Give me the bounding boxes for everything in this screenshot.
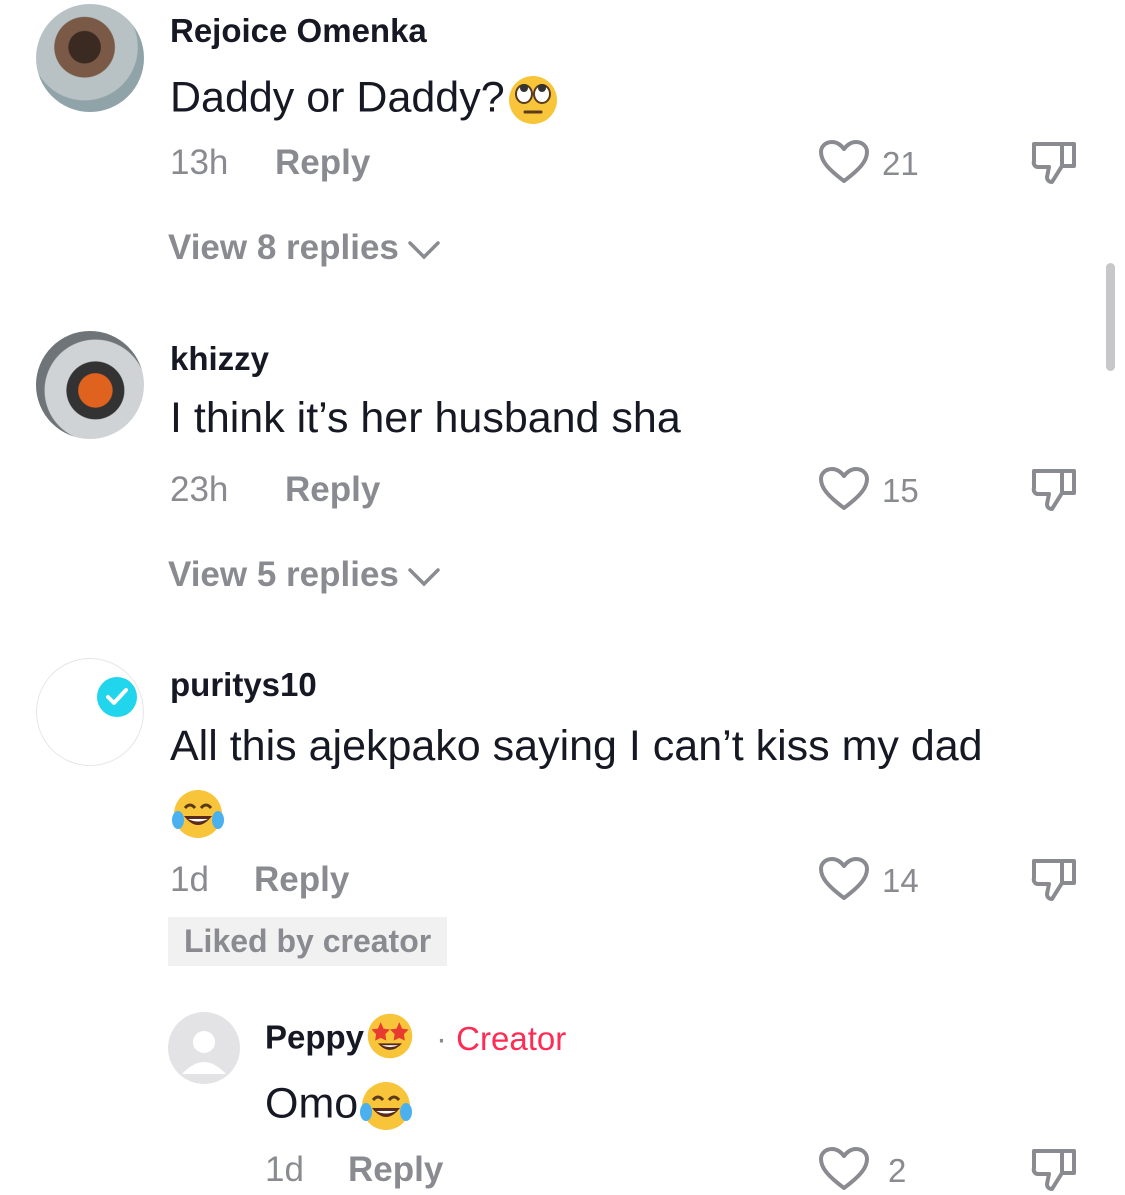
like-count: 21 [882,145,919,182]
comment-item: khizzy I think it’s her husband sha 23h … [0,320,1125,620]
reply-text: Omo [265,1078,414,1134]
comment-time: 1d [170,860,209,899]
reply-username[interactable]: Peppy [265,1018,416,1062]
reply-username-label: Peppy [265,1018,365,1056]
default-avatar[interactable] [168,1012,240,1084]
view-replies-label: View 8 replies [168,228,399,267]
view-replies-button[interactable]: View 8 replies [168,228,441,268]
comment-username[interactable]: Rejoice Omenka [170,12,427,50]
face-with-tears-of-joy-icon [170,786,226,842]
reply-item: Peppy · Creator Omo 1d Reply 2 [0,1000,1125,1181]
heart-icon[interactable] [818,139,870,185]
avatar[interactable] [36,658,144,766]
comment-item: Rejoice Omenka Daddy or Daddy? 13h Reply… [0,0,1125,300]
comment-text-body: Daddy or Daddy? [170,73,505,122]
reply-button[interactable]: Reply [348,1150,443,1190]
star-struck-icon [364,1010,416,1062]
comment-username[interactable]: khizzy [170,340,269,378]
chevron-down-icon [408,568,440,587]
verified-icon [97,677,137,717]
dislike-icon[interactable] [1028,1143,1080,1195]
avatar[interactable] [36,4,144,112]
chevron-down-icon [408,241,440,260]
scrollbar[interactable] [1106,263,1115,371]
heart-icon[interactable] [818,466,870,512]
avatar[interactable] [36,331,144,439]
reply-text-body: Omo [265,1079,359,1128]
heart-icon[interactable] [818,856,870,902]
face-with-tears-of-joy-icon [358,1078,414,1134]
like-count: 14 [882,862,919,899]
comment-item: puritys10 All this ajekpako saying I can… [0,650,1125,980]
person-icon [182,1031,226,1074]
comment-text: I think it’s her husband sha [170,394,681,442]
dislike-icon[interactable] [1028,136,1080,188]
comment-username[interactable]: puritys10 [170,666,317,704]
heart-icon[interactable] [818,1146,870,1192]
comment-text: Daddy or Daddy? [170,72,561,128]
face-with-rolling-eyes-icon [505,72,561,128]
view-replies-button[interactable]: View 5 replies [168,555,441,595]
reply-button[interactable]: Reply [254,860,349,900]
like-count: 2 [888,1152,907,1189]
liked-by-creator-badge: Liked by creator [168,917,448,966]
reply-time: 1d [265,1150,304,1189]
dislike-icon[interactable] [1028,463,1080,515]
comment-text: All this ajekpako saying I can’t kiss my… [170,722,983,770]
separator-dot: · [436,1020,447,1057]
comment-time: 13h [170,143,229,182]
creator-tag: · Creator [436,1020,566,1058]
dislike-icon[interactable] [1028,853,1080,905]
view-replies-label: View 5 replies [168,555,399,594]
reply-button[interactable]: Reply [275,143,370,183]
comment-time: 23h [170,470,229,509]
reply-button[interactable]: Reply [285,470,380,510]
creator-label: Creator [456,1020,567,1057]
like-count: 15 [882,472,919,509]
